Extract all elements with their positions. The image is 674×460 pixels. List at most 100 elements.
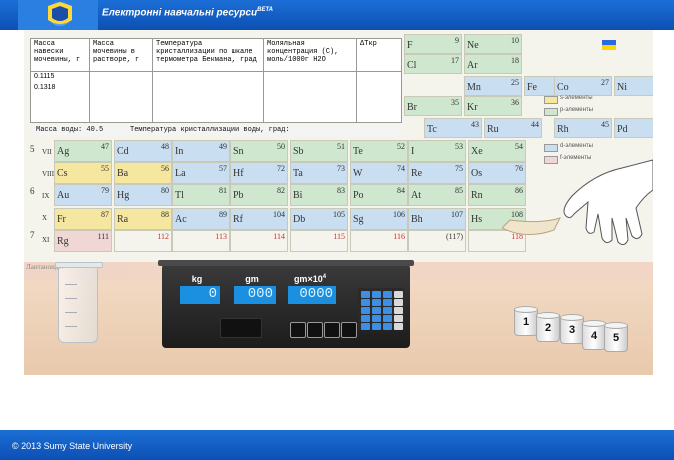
app-header: Електронні навчальні ресурсиBETA (0, 0, 674, 30)
element-number: 104 (273, 210, 285, 219)
period-label: 6 (30, 186, 35, 196)
element-symbol: Au (57, 190, 70, 201)
element-symbol: Tl (175, 190, 184, 201)
element-symbol: Sn (233, 146, 244, 157)
element-cell: 17 Cl (404, 54, 462, 74)
keypad-key[interactable] (394, 299, 403, 306)
element-cell: 107 Bh (408, 208, 466, 230)
element-cell: 43 Tc (424, 118, 482, 138)
keypad-key[interactable] (361, 315, 370, 322)
legend-label: p-элементы (560, 107, 593, 113)
element-cell: 52 Te (350, 140, 408, 162)
beaker[interactable] (55, 262, 103, 343)
keypad-key[interactable] (383, 299, 392, 306)
element-cell: 48 Cd (114, 140, 172, 162)
element-symbol: Db (293, 214, 306, 225)
element-cell: 36 Kr (464, 96, 522, 116)
keypad-key[interactable] (394, 315, 403, 322)
element-cell: 46Pd (614, 118, 653, 138)
water-crystallization-label: Температура кристаллизации воды, град: (130, 126, 290, 134)
element-cell: 106 Sg (350, 208, 408, 230)
keypad-key[interactable] (383, 307, 392, 314)
element-symbol: Fe (527, 82, 537, 93)
element-cell: 83 Bi (290, 184, 348, 206)
element-symbol: I (411, 146, 415, 157)
keypad-key[interactable] (372, 315, 381, 322)
element-symbol: Ag (57, 146, 70, 157)
element-cell: 82 Pb (230, 184, 288, 206)
element-number: 10 (511, 36, 519, 45)
sample-mass-value: 0.1115 (34, 72, 55, 80)
element-number: 44 (531, 120, 539, 129)
element-cell: 89 Ac (172, 208, 230, 230)
element-symbol: Cs (57, 168, 68, 179)
element-cell: 85 At (408, 184, 466, 206)
scale-keypad[interactable] (358, 288, 404, 330)
element-number: 17 (451, 56, 459, 65)
element-number: 105 (333, 210, 345, 219)
keypad-key[interactable] (383, 315, 392, 322)
element-symbol: Xe (471, 146, 483, 157)
element-cell: 115 (290, 230, 348, 252)
table-row: 0.1115 0.1318 (30, 70, 402, 124)
keypad-key[interactable] (361, 323, 370, 330)
element-number: (117) (445, 232, 463, 241)
cup-number: 1 (522, 316, 530, 328)
beaker-tick (65, 284, 77, 285)
keypad-key[interactable] (394, 307, 403, 314)
scale-button[interactable] (290, 322, 306, 338)
element-symbol: Os (471, 168, 483, 179)
cup-number: 2 (544, 322, 552, 334)
keypad-key[interactable] (372, 291, 381, 298)
digital-scale[interactable]: kg gm gm×104 0 000 0000 (158, 260, 414, 348)
row-label: XI (42, 236, 50, 244)
scale-button[interactable] (307, 322, 323, 338)
element-symbol: La (175, 168, 186, 179)
sample-cup[interactable]: 1 (514, 306, 538, 336)
scale-button[interactable] (324, 322, 340, 338)
element-symbol: At (411, 190, 421, 201)
element-cell: 47 Ag (54, 140, 112, 162)
element-number: 84 (397, 186, 405, 195)
element-cell: 27 Co (554, 76, 612, 96)
row-label: IX (42, 192, 50, 200)
keypad-key[interactable] (361, 299, 370, 306)
sample-cup[interactable]: 4 (582, 320, 606, 350)
element-number: 43 (471, 120, 479, 129)
element-symbol: Te (353, 146, 363, 157)
beaker-tick (65, 298, 77, 299)
keypad-key[interactable] (361, 307, 370, 314)
beta-badge: BETA (257, 7, 273, 13)
hand-with-spatula-icon[interactable] (502, 156, 653, 252)
keypad-key[interactable] (361, 291, 370, 298)
element-number: 85 (455, 186, 463, 195)
element-cell: 113 (172, 230, 230, 252)
sample-cup[interactable]: 5 (604, 322, 628, 352)
element-number: 55 (101, 164, 109, 173)
element-cell: (117) (408, 230, 466, 252)
keypad-key[interactable] (372, 323, 381, 330)
keypad-key[interactable] (383, 323, 392, 330)
keypad-key[interactable] (383, 291, 392, 298)
water-mass-label: Масса воды: 40.5 (36, 126, 104, 134)
element-number: 35 (451, 98, 459, 107)
element-number: 87 (101, 210, 109, 219)
sample-cup[interactable]: 3 (560, 314, 584, 344)
period-label: 7 (30, 230, 35, 240)
keypad-key[interactable] (372, 299, 381, 306)
element-cell: 9F (404, 34, 462, 54)
lcd-gm-display: 000 (234, 286, 276, 304)
element-symbol: In (175, 146, 184, 157)
element-cell: 114 (230, 230, 288, 252)
element-cell: 84 Po (350, 184, 408, 206)
element-symbol: Rh (557, 124, 569, 135)
lab-stage: 9F10Ne17Cl18Ar25Mn26Fe27Co28Ni35Br36Kr43… (24, 30, 653, 375)
element-number: 56 (161, 164, 169, 173)
sample-cup[interactable]: 2 (536, 312, 560, 342)
keypad-key[interactable] (372, 307, 381, 314)
element-number: 45 (601, 120, 609, 129)
element-symbol: Ni (617, 82, 627, 93)
keypad-key[interactable] (394, 291, 403, 298)
keypad-key[interactable] (394, 323, 403, 330)
scale-button[interactable] (341, 322, 357, 338)
